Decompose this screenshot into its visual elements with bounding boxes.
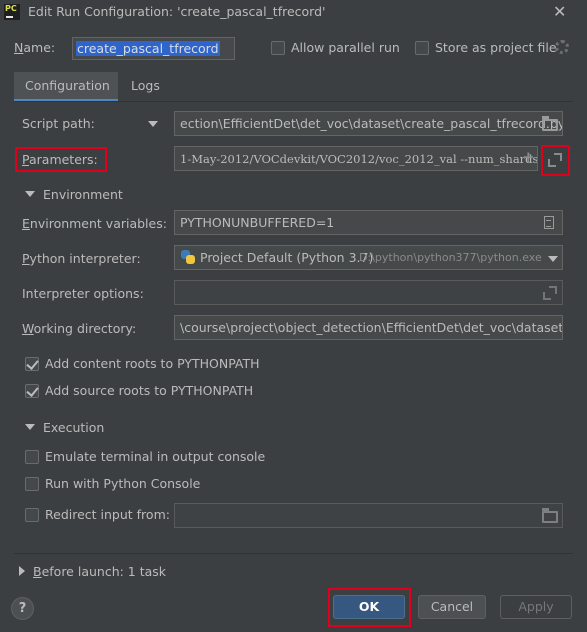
env-vars-label: Environment variables: [22, 216, 167, 231]
tab-configuration[interactable]: Configuration [14, 72, 118, 102]
interpreter-path: D:\python\python377\python.exe [359, 251, 542, 264]
redirect-folder-icon[interactable] [542, 508, 558, 523]
name-value: create_pascal_tfrecord [76, 41, 220, 56]
interpreter-dropdown-icon[interactable] [548, 256, 558, 262]
expand-icon[interactable] [548, 153, 562, 167]
help-button[interactable]: ? [11, 597, 34, 620]
working-dir-field[interactable]: \course\project\object_detection\Efficie… [174, 315, 563, 340]
footer-separator [14, 553, 573, 554]
pycharm-app-icon: PC [4, 4, 20, 20]
close-icon[interactable]: ✕ [553, 2, 566, 21]
python-icon [180, 249, 196, 265]
interpreter-options-field[interactable] [174, 280, 563, 305]
execution-section-title: Execution [43, 420, 105, 435]
folder-icon[interactable] [542, 116, 558, 131]
add-source-roots-label: Add source roots to PYTHONPATH [45, 383, 254, 398]
cancel-button[interactable]: Cancel [418, 595, 486, 619]
add-source-roots-checkbox[interactable] [25, 384, 39, 398]
allow-parallel-label: Allow parallel run [291, 40, 400, 55]
plus-icon[interactable]: + [522, 148, 535, 166]
python-interpreter-label: Python interpreter: [22, 251, 141, 266]
parameters-value: 1-May-2012/VOCdevkit/VOC2012/voc_2012_va… [180, 152, 538, 166]
before-launch-label: Before launch: 1 task [33, 564, 167, 579]
working-dir-label: Working directory: [22, 321, 137, 336]
redirect-input-checkbox[interactable] [25, 508, 39, 522]
tab-logs[interactable]: Logs [131, 78, 160, 93]
apply-button[interactable]: Apply [500, 595, 572, 619]
name-label: Name: [14, 40, 56, 55]
add-content-roots-label: Add content roots to PYTHONPATH [45, 356, 260, 371]
before-launch-expand-icon[interactable] [19, 566, 25, 576]
env-vars-value: PYTHONUNBUFFERED=1 [180, 215, 335, 230]
allow-parallel-checkbox[interactable] [271, 41, 285, 55]
tab-configuration-label: Configuration [25, 78, 110, 93]
window-title: Edit Run Configuration: 'create_pascal_t… [28, 4, 326, 19]
environment-collapse-icon[interactable] [25, 191, 35, 197]
parameters-label: Parameters: [22, 152, 98, 167]
run-python-console-checkbox[interactable] [25, 477, 39, 491]
emulate-terminal-label: Emulate terminal in output console [45, 449, 266, 464]
tab-divider [14, 101, 573, 102]
emulate-terminal-checkbox[interactable] [25, 450, 39, 464]
environment-section-title: Environment [43, 187, 123, 202]
interpreter-options-label: Interpreter options: [22, 286, 144, 301]
store-project-checkbox[interactable] [415, 41, 429, 55]
edit-env-vars-icon[interactable] [544, 216, 554, 229]
interpreter-value: Project Default (Python 3.7) [200, 250, 374, 265]
script-path-value: ection\EfficientDet\det_voc\dataset\crea… [180, 116, 563, 131]
working-dir-value: \course\project\object_detection\Efficie… [180, 320, 563, 335]
name-input[interactable]: create_pascal_tfrecord [72, 37, 235, 60]
run-python-console-label: Run with Python Console [45, 476, 201, 491]
execution-collapse-icon[interactable] [25, 424, 35, 430]
add-content-roots-checkbox[interactable] [25, 357, 39, 371]
expand-options-icon[interactable] [543, 286, 557, 300]
script-type-dropdown-icon[interactable] [148, 121, 158, 127]
redirect-input-label: Redirect input from: [45, 507, 170, 522]
python-interpreter-select[interactable]: Project Default (Python 3.7) D:\python\p… [174, 245, 563, 270]
ok-button[interactable]: OK [333, 595, 405, 619]
redirect-input-field[interactable] [174, 503, 563, 528]
script-path-label: Script path: [22, 116, 95, 131]
script-path-field[interactable]: ection\EfficientDet\det_voc\dataset\crea… [174, 111, 563, 136]
title-bar: PC Edit Run Configuration: 'create_pasca… [0, 0, 587, 24]
store-project-label: Store as project file [435, 40, 557, 55]
env-vars-field[interactable]: PYTHONUNBUFFERED=1 [174, 210, 563, 235]
parameters-field[interactable]: 1-May-2012/VOCdevkit/VOC2012/voc_2012_va… [174, 146, 538, 171]
gear-icon[interactable] [555, 40, 569, 54]
